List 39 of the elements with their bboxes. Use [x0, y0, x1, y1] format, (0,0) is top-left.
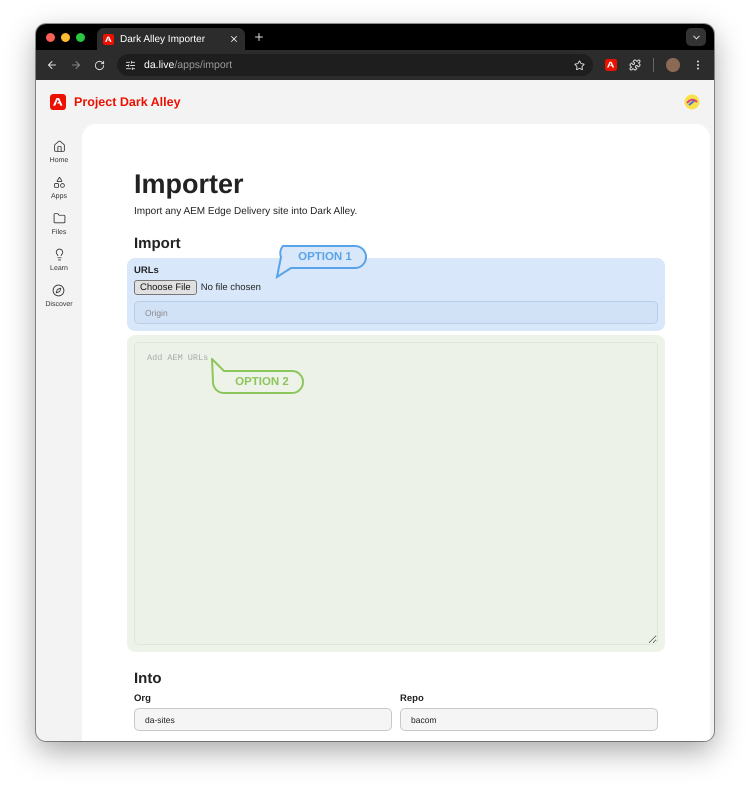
text-field[interactable]: da-sites: [134, 708, 392, 731]
choose-file-button[interactable]: Choose File: [134, 280, 197, 295]
close-icon[interactable]: [229, 34, 239, 44]
logo-icon: [103, 34, 114, 44]
sliders-icon[interactable]: [125, 60, 136, 70]
folder-icon: [52, 212, 66, 225]
origin-field[interactable]: Origin: [134, 301, 658, 324]
app-name: Project Dark Alley: [74, 95, 181, 109]
section-heading: Import: [134, 235, 182, 252]
page-title: Importer: [134, 168, 245, 200]
logo-icon: [605, 59, 617, 71]
file-status: No file chosen: [200, 282, 261, 293]
profile-icon[interactable]: [684, 94, 700, 110]
forward-icon[interactable]: [70, 59, 82, 71]
browser-tab[interactable]: Dark Alley Importer: [97, 28, 245, 50]
avatar[interactable]: [666, 58, 680, 72]
tab-list-button[interactable]: [686, 28, 706, 46]
field-label: Repo: [400, 693, 425, 704]
home-icon: [52, 140, 66, 153]
puzzle-icon[interactable]: [629, 59, 641, 71]
minimize-window-button[interactable]: [61, 32, 70, 42]
maximize-window-button[interactable]: [76, 32, 85, 42]
reload-icon[interactable]: [94, 60, 105, 70]
field-label: Org: [134, 693, 152, 704]
field-label: URLs: [134, 265, 160, 276]
star-icon[interactable]: [574, 60, 585, 70]
compass-icon: [52, 284, 66, 297]
close-window-button[interactable]: [46, 32, 55, 42]
callout-bubble: OPTION 1: [273, 245, 367, 281]
page-subtitle: Import any AEM Edge Delivery site into Dark Alley.: [134, 206, 358, 217]
address-bar[interactable]: da.live/apps/import: [117, 54, 593, 76]
url-text: da.live/apps/import: [144, 59, 232, 71]
callout-bubble: OPTION 2: [210, 358, 304, 394]
plus-icon[interactable]: [253, 31, 265, 43]
back-icon[interactable]: [46, 59, 58, 71]
shapes-icon: [52, 176, 66, 189]
logo-icon: [50, 94, 66, 110]
section-heading: Into: [134, 670, 162, 687]
text-field[interactable]: bacom: [400, 708, 658, 731]
